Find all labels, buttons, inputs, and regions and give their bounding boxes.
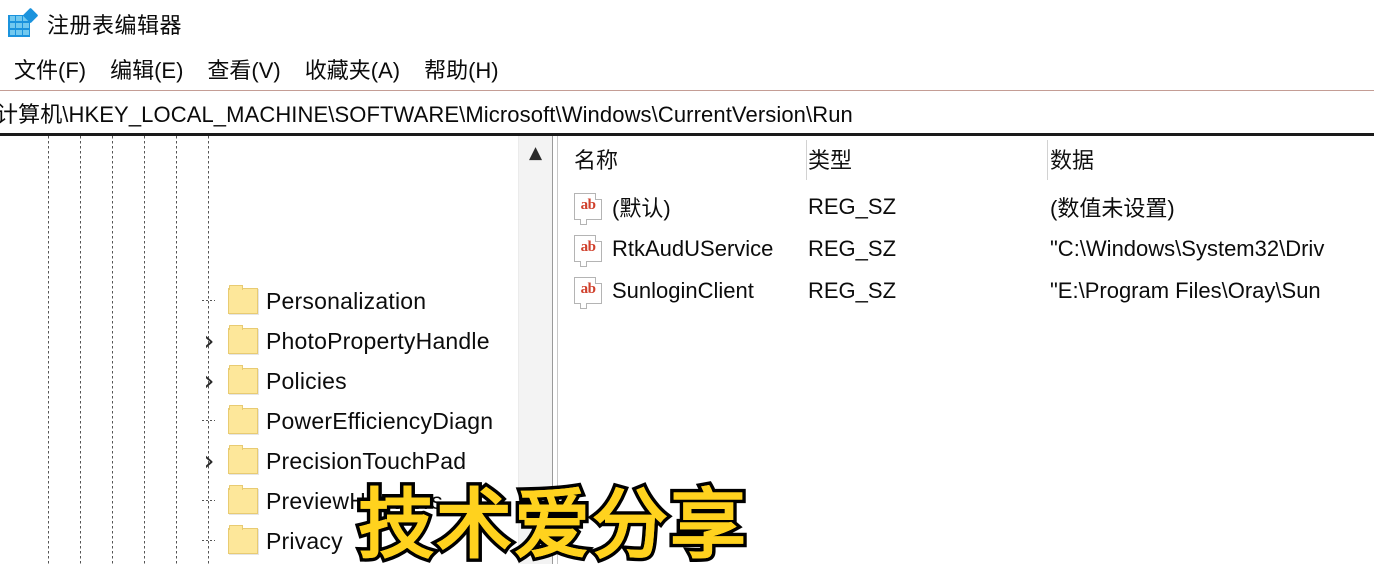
address-path: 计算机\HKEY_LOCAL_MACHINE\SOFTWARE\Microsof… [0,102,853,127]
value-name-cell: RtkAudUService [612,236,774,261]
folder-icon [228,325,258,354]
menu-item-help[interactable]: 帮助(H) [412,53,511,85]
tree-item[interactable]: PowerEfficiencyDiagn [0,401,518,441]
value-type-cell: REG_SZ [808,236,897,261]
table-row[interactable]: ab SunloginClient REG_SZ "E:\Program Files\… [558,270,1374,312]
tree-item-label: Privacy [266,527,343,554]
menu-item-edit[interactable]: 编辑(E) [98,53,195,85]
chevron-right-icon[interactable]: › [196,327,222,355]
menu-item-file[interactable]: 文件(F) [2,53,98,85]
tree-connector [202,500,215,501]
folder-icon [228,365,258,394]
tree-item-label: Policies [266,367,347,394]
list-header: 名称 类型 数据 [558,136,1374,182]
menu-divider [0,90,1374,91]
value-name-cell: SunloginClient [612,278,754,303]
string-value-icon: ab [574,235,602,267]
value-name-cell: (默认) [612,196,671,221]
tree-item-label: PrecisionTouchPad [266,447,467,474]
tree-item[interactable]: › PhotoPropertyHandle [0,321,518,361]
title-bar: 注册表编辑器 [0,0,1374,47]
tree-connector [202,300,215,301]
chevron-up-icon[interactable]: ▲ [519,136,552,170]
column-header-name[interactable]: 名称 [574,136,618,182]
folder-icon [228,285,258,314]
folder-icon [228,525,258,554]
value-data-cell: (数值未设置) [1050,196,1175,221]
tree-item-label: Personalization [266,287,427,314]
tree-item[interactable]: › PrecisionTouchPad [0,441,518,481]
tree-item[interactable]: › Policies [0,361,518,401]
chevron-right-icon[interactable]: › [196,447,222,475]
string-value-icon: ab [574,277,602,309]
registry-editor-window: 注册表编辑器 文件(F) 编辑(E) 查看(V) 收藏夹(A) 帮助(H) 计算… [0,0,1374,564]
column-header-data[interactable]: 数据 [1050,136,1094,182]
menu-item-view[interactable]: 查看(V) [195,53,292,85]
address-bar[interactable]: 计算机\HKEY_LOCAL_MACHINE\SOFTWARE\Microsof… [0,93,1374,133]
window-title: 注册表编辑器 [47,12,183,38]
value-data-cell: "C:\Windows\System32\Driv [1050,236,1325,261]
string-value-icon: ab [574,193,602,225]
column-separator[interactable] [1047,140,1048,180]
column-header-type[interactable]: 类型 [808,136,852,182]
column-separator[interactable] [806,140,807,180]
table-row[interactable]: ab RtkAudUService REG_SZ "C:\Windows\System… [558,228,1374,270]
tree-item-label: PowerEfficiencyDiagn [266,407,494,434]
registry-editor-icon [6,7,39,39]
tree-item[interactable]: Personalization [0,281,518,321]
tree-item-label: PhotoPropertyHandle [266,327,490,354]
tree-connector [202,540,215,541]
table-row[interactable]: ab (默认) REG_SZ (数值未设置) [558,186,1374,228]
value-type-cell: REG_SZ [808,194,897,219]
menu-item-favorites[interactable]: 收藏夹(A) [293,53,412,85]
value-type-cell: REG_SZ [808,278,897,303]
folder-icon [228,445,258,474]
watermark-text: 技术爱分享 [358,480,748,564]
folder-icon [228,405,258,434]
folder-icon [228,485,258,514]
menu-bar: 文件(F) 编辑(E) 查看(V) 收藏夹(A) 帮助(H) [0,47,1374,91]
value-data-cell: "E:\Program Files\Oray\Sun [1050,278,1321,303]
chevron-right-icon[interactable]: › [196,367,222,395]
tree-connector [202,420,215,421]
